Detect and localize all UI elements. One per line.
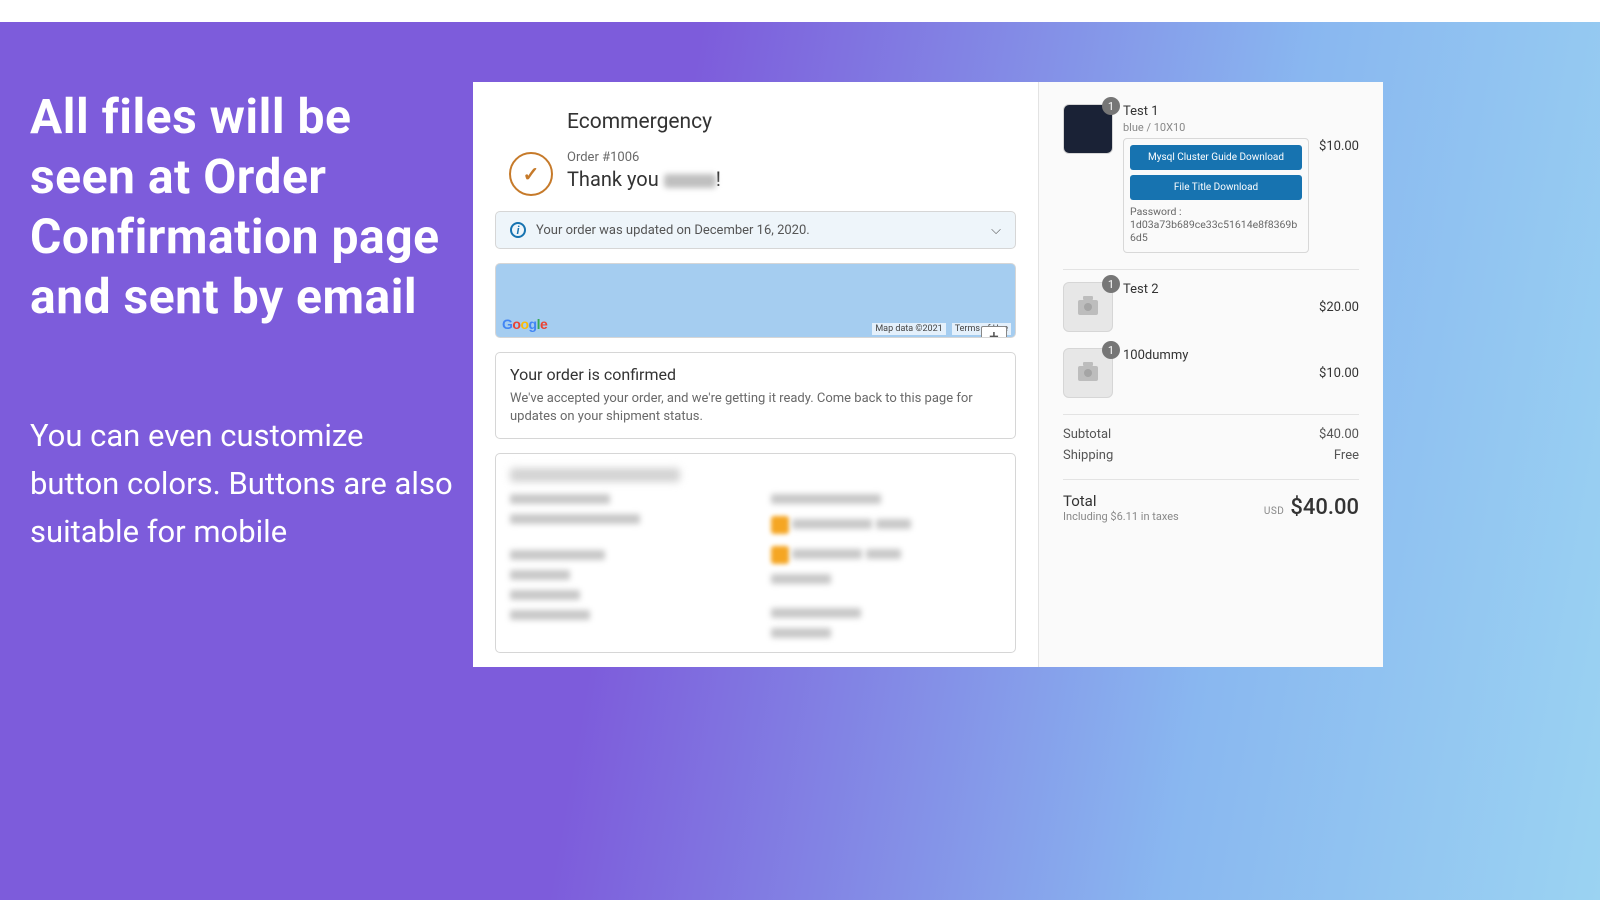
customer-info-card (495, 453, 1016, 653)
cart-item: 1 Test 1 blue / 10X10 Mysql Cluster Guid… (1063, 104, 1359, 253)
confirm-text: We've accepted your order, and we're get… (510, 390, 1001, 426)
confirm-title: Your order is confirmed (510, 365, 1001, 384)
zoom-in-button[interactable]: + (982, 327, 1006, 338)
check-icon: ✓ (509, 152, 553, 196)
total-amount: $40.00 (1290, 495, 1359, 520)
chevron-down-icon[interactable]: ⌵ (991, 223, 1001, 238)
item-price: $20.00 (1319, 300, 1359, 315)
password-label: Password : (1130, 205, 1302, 218)
download-button[interactable]: Mysql Cluster Guide Download (1130, 145, 1302, 170)
screenshot-panel: Ecommergency ✓ Order #1006 Thank you ! i… (473, 82, 1383, 667)
shipping-label: Shipping (1063, 448, 1113, 463)
info-icon: i (510, 222, 526, 238)
total-label: Total (1063, 492, 1179, 510)
password-value: 1d03a73b689ce33c51614e8f8369b6d5 (1130, 218, 1302, 244)
tax-note: Including $6.11 in taxes (1063, 510, 1179, 523)
update-text: Your order was updated on December 16, 2… (536, 223, 810, 238)
qty-badge: 1 (1102, 97, 1120, 115)
item-variant: blue / 10X10 (1123, 121, 1309, 134)
store-name: Ecommergency (567, 110, 1016, 134)
qty-badge: 1 (1102, 341, 1120, 359)
item-price: $10.00 (1319, 139, 1359, 154)
promo-headline: All files will be seen at Order Confirma… (30, 87, 460, 327)
currency-code: USD (1264, 506, 1284, 517)
cart-item: 1 100dummy $10.00 (1063, 348, 1359, 398)
product-thumb: 1 (1063, 282, 1113, 332)
order-number: Order #1006 (567, 150, 721, 165)
cart-item: 1 Test 2 $20.00 (1063, 282, 1359, 332)
camera-icon (1078, 366, 1098, 381)
thank-you-text: Thank you ! (567, 167, 721, 191)
shipping-value: Free (1334, 448, 1359, 463)
item-name: Test 2 (1123, 282, 1309, 297)
product-thumb: 1 (1063, 104, 1113, 154)
order-update-banner[interactable]: i Your order was updated on December 16,… (495, 211, 1016, 249)
map-preview[interactable]: Google Map data ©2021 Terms of Use + − (495, 263, 1016, 338)
subtotal-value: $40.00 (1319, 427, 1359, 442)
download-button[interactable]: File Title Download (1130, 175, 1302, 200)
item-name: Test 1 (1123, 104, 1309, 119)
map-attr-data: Map data ©2021 (872, 323, 945, 335)
promo-subline: You can even customize button colors. Bu… (30, 412, 460, 556)
item-price: $10.00 (1319, 366, 1359, 381)
google-logo: Google (502, 314, 547, 333)
qty-badge: 1 (1102, 275, 1120, 293)
subtotal-label: Subtotal (1063, 427, 1111, 442)
product-thumb: 1 (1063, 348, 1113, 398)
camera-icon (1078, 300, 1098, 315)
item-name: 100dummy (1123, 348, 1309, 363)
